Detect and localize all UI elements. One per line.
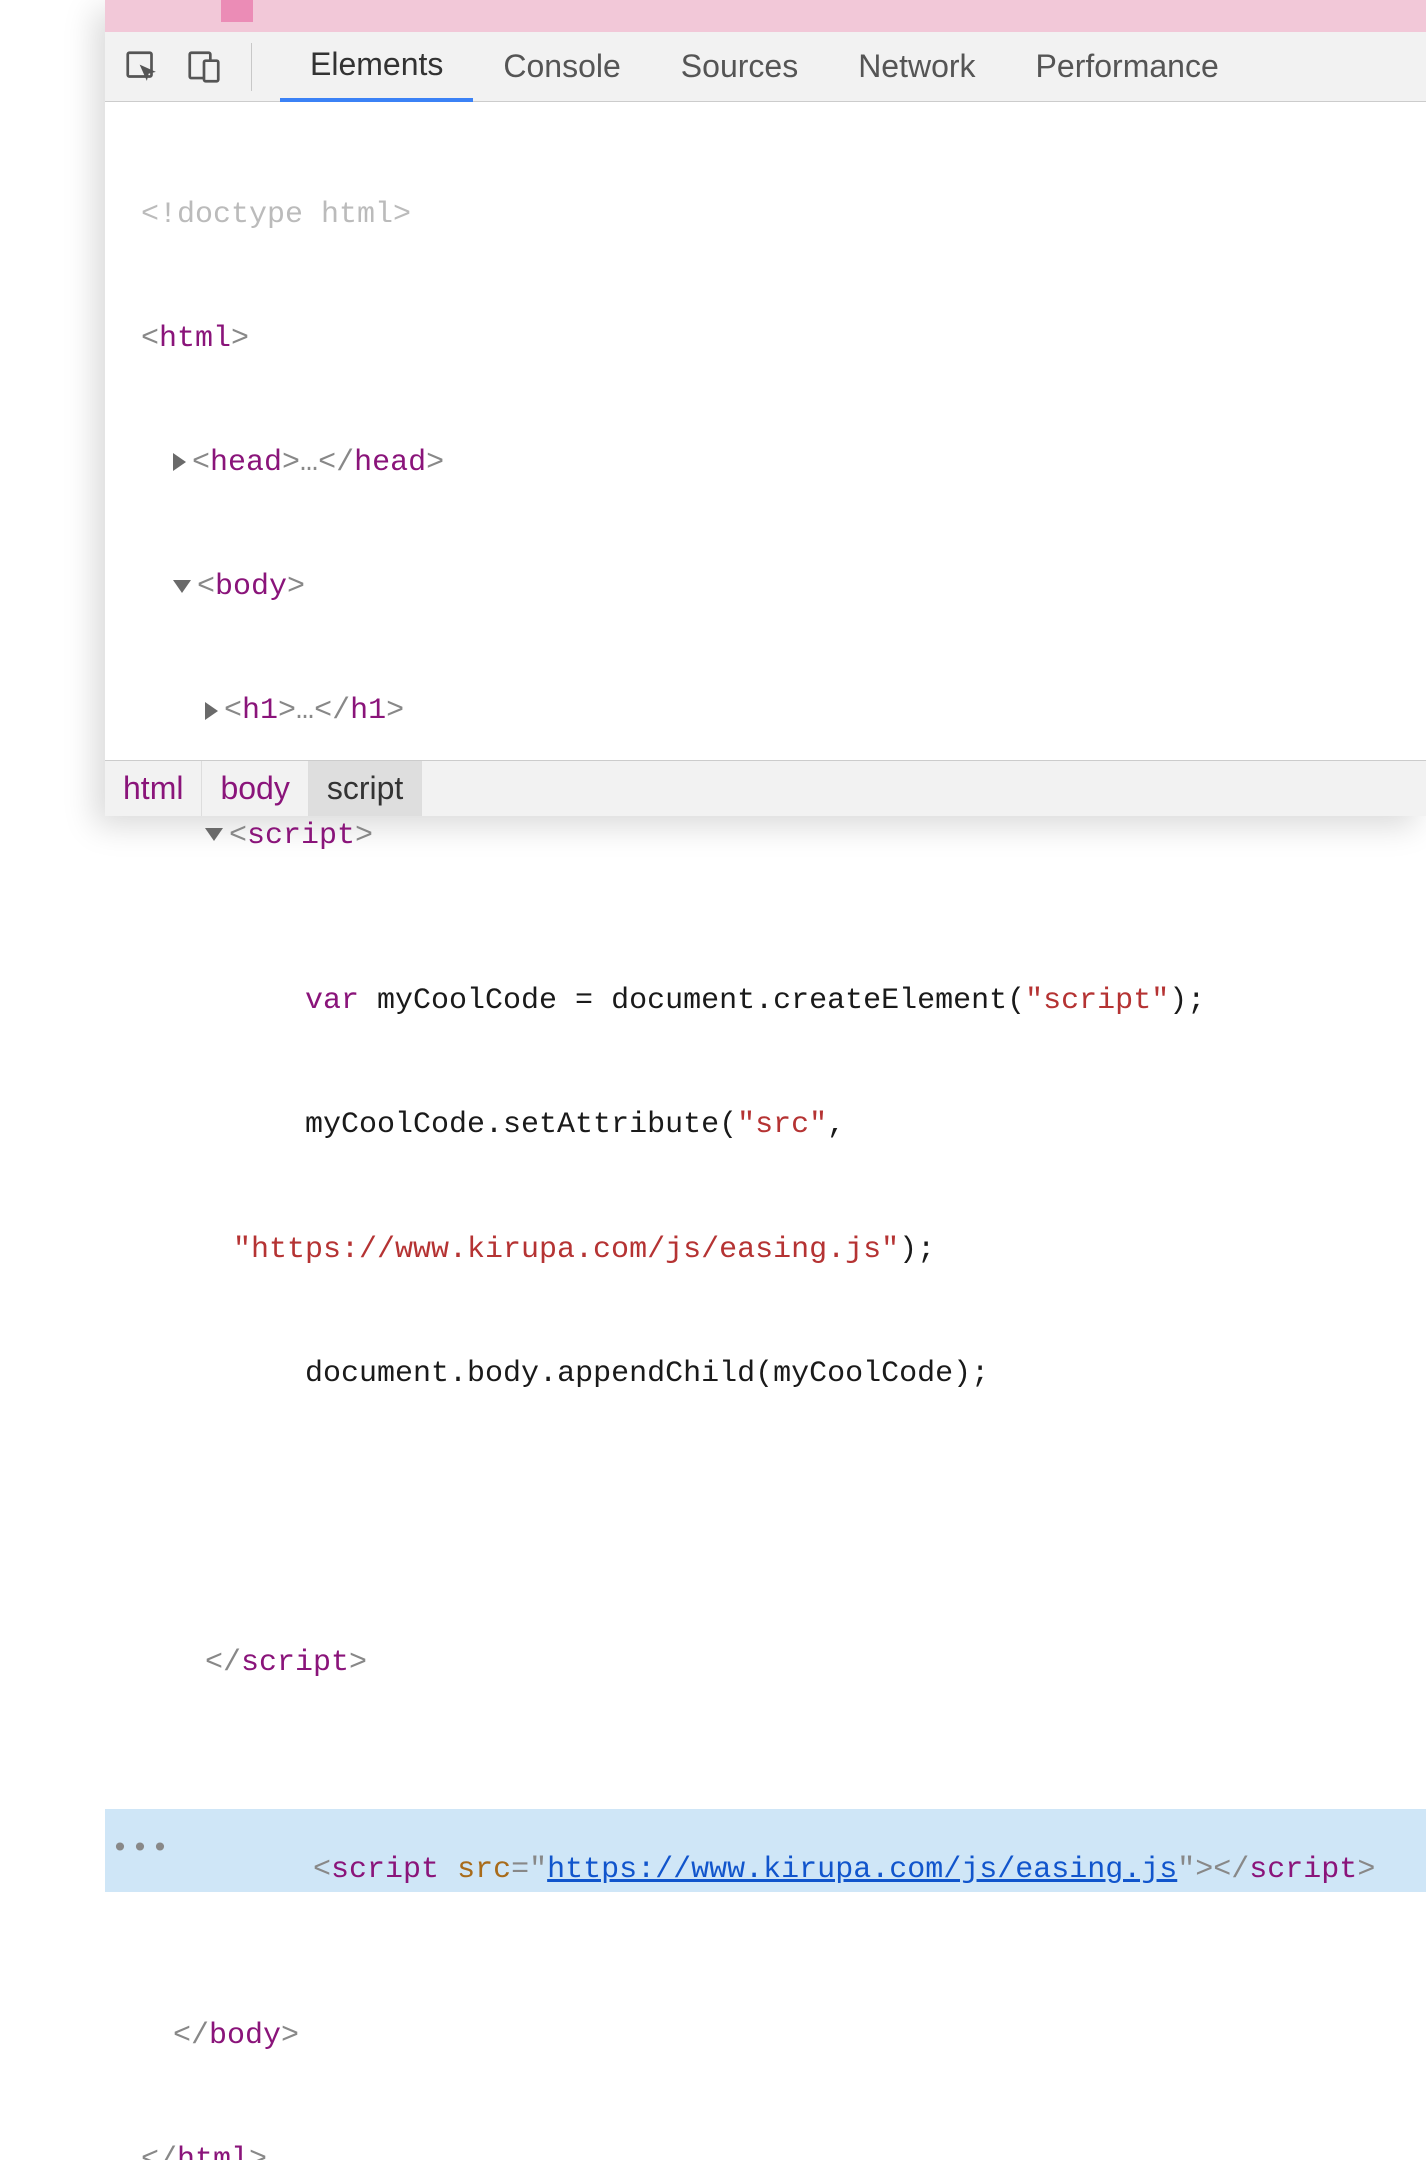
- selected-script-node[interactable]: •••<script src="https://www.kirupa.com/j…: [105, 1809, 1426, 1892]
- collapse-icon[interactable]: [205, 828, 223, 841]
- expand-icon[interactable]: [173, 453, 186, 471]
- h1-node[interactable]: <h1>…</h1>: [105, 691, 1426, 732]
- code-line-2[interactable]: myCoolCode.setAttribute("src",: [105, 1105, 1426, 1146]
- window-titlebar: [105, 0, 1426, 32]
- html-open-node[interactable]: <html>: [105, 319, 1426, 360]
- tab-label: Performance: [1036, 48, 1219, 85]
- toolbar-icon-group: [123, 43, 252, 91]
- code-line-4[interactable]: document.body.appendChild(myCoolCode);: [105, 1354, 1426, 1395]
- devtools-toolbar: Elements Console Sources Network Perform…: [105, 32, 1426, 102]
- breadcrumb-body[interactable]: body: [202, 761, 308, 816]
- breadcrumb-script[interactable]: script: [309, 761, 422, 816]
- tab-performance[interactable]: Performance: [1006, 32, 1249, 102]
- breadcrumb-bar: html body script: [105, 760, 1426, 816]
- script-close-node[interactable]: </script>: [105, 1643, 1426, 1684]
- body-open-node[interactable]: <body>: [105, 567, 1426, 608]
- head-node[interactable]: <head>…</head>: [105, 443, 1426, 484]
- tab-label: Console: [503, 48, 620, 85]
- elements-dom-tree[interactable]: <!doctype html> <html> <head>…</head> <b…: [105, 102, 1426, 2160]
- device-toolbar-icon[interactable]: [185, 48, 223, 86]
- expand-icon[interactable]: [205, 702, 218, 720]
- doctype-node[interactable]: <!doctype html>: [105, 195, 1426, 236]
- tab-label: Sources: [681, 48, 798, 85]
- tab-console[interactable]: Console: [473, 32, 650, 102]
- devtools-tabs: Elements Console Sources Network Perform…: [280, 32, 1249, 102]
- tab-elements[interactable]: Elements: [280, 32, 473, 102]
- overflow-dots-icon[interactable]: •••: [111, 1830, 171, 1871]
- tab-label: Elements: [310, 46, 443, 83]
- code-line-3[interactable]: "https://www.kirupa.com/js/easing.js");: [105, 1230, 1426, 1271]
- code-line-1[interactable]: var myCoolCode = document.createElement(…: [105, 981, 1426, 1022]
- tab-sources[interactable]: Sources: [651, 32, 828, 102]
- tab-label: Network: [858, 48, 975, 85]
- src-url-link[interactable]: https://www.kirupa.com/js/easing.js: [547, 1853, 1177, 1887]
- breadcrumb-html[interactable]: html: [105, 761, 202, 816]
- tab-network[interactable]: Network: [828, 32, 1005, 102]
- inspect-element-icon[interactable]: [123, 48, 161, 86]
- body-close-node[interactable]: </body>: [105, 2016, 1426, 2057]
- html-close-node[interactable]: </html>: [105, 2140, 1426, 2160]
- title-indicator: [221, 0, 253, 22]
- devtools-panel: Elements Console Sources Network Perform…: [105, 0, 1426, 816]
- script-open-node[interactable]: <script>: [105, 816, 1426, 857]
- code-blank-line: [105, 1478, 1426, 1519]
- collapse-icon[interactable]: [173, 580, 191, 593]
